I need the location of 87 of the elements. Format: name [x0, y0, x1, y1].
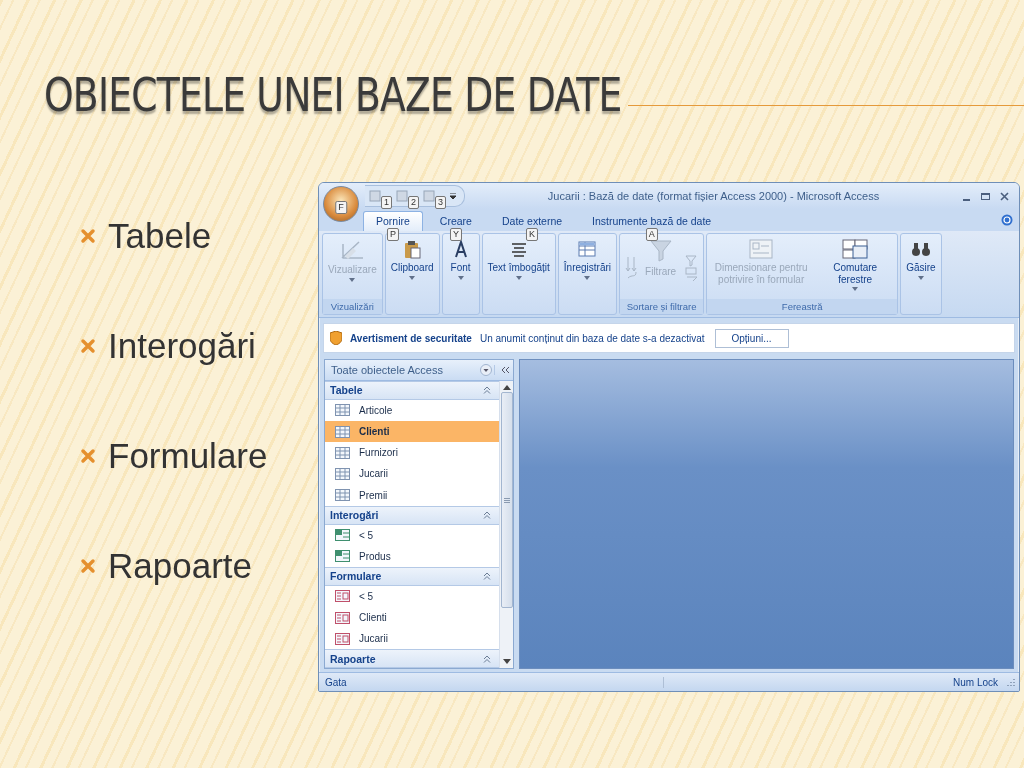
caret-icon [349, 277, 356, 282]
group-label: Sortare și filtrare [620, 299, 704, 314]
group-header[interactable]: Rapoarte [325, 649, 499, 668]
group-header[interactable]: Formulare [325, 566, 499, 586]
form-icon [335, 632, 350, 645]
slide-title: OBIECTELE UNEI BAZE DE DATE [44, 72, 622, 118]
dropdown-icon[interactable] [480, 364, 492, 376]
table-icon [335, 489, 350, 502]
scroll-up-icon[interactable] [502, 384, 511, 390]
caret-icon [515, 275, 522, 280]
options-button[interactable]: Opțiuni... [714, 328, 789, 348]
windows-icon [841, 238, 870, 260]
customize-caret-icon[interactable] [450, 193, 457, 199]
keytip: K [526, 228, 539, 241]
pane-title: Toate obiectele Access [330, 364, 444, 376]
caret-icon [852, 287, 859, 291]
bullet-text: Interogări [108, 326, 256, 366]
nav-item[interactable]: Premii [325, 484, 499, 506]
bullet-icon [80, 558, 96, 574]
query-icon [335, 529, 350, 542]
collapse-icon[interactable] [483, 654, 491, 663]
nav-item[interactable]: Furnizori [325, 442, 499, 464]
collapse-icon[interactable] [483, 386, 491, 395]
bullet-icon [80, 228, 96, 244]
nav-item[interactable]: Clienti [325, 606, 499, 629]
group-label: Vizualizări [323, 299, 382, 314]
ribbon-button[interactable]: Font [444, 236, 477, 314]
collapse-icon[interactable] [483, 511, 491, 520]
ruler-pencil-icon [339, 238, 366, 262]
filter-tools-icon [683, 252, 700, 283]
table-icon [335, 446, 350, 459]
caret-icon [409, 275, 416, 280]
caret-icon [584, 275, 591, 280]
ribbon-button[interactable]: Clipboard [387, 236, 437, 314]
keytip: 2 [408, 195, 420, 209]
form-icon [335, 611, 350, 624]
status-text: Gata [319, 676, 664, 688]
warning-message: Un anumit conținut din baza de date s-a dezactivat [479, 332, 705, 344]
maximize-icon[interactable] [981, 191, 990, 201]
table-icon [335, 467, 350, 480]
keytip: 3 [435, 195, 447, 209]
ribbon-button[interactable]: Text îmbogățit [484, 236, 553, 314]
collapse-icon[interactable] [483, 572, 491, 581]
group-label: Fereastră [707, 299, 898, 314]
bullet-text: Rapoarte [108, 546, 252, 586]
shield-icon [330, 331, 342, 345]
nav-item[interactable]: Articole [325, 399, 499, 421]
form-icon [335, 590, 350, 603]
window-title: Jucarii : Bază de date (format fișier Access 2000) - Microsoft Access [546, 190, 881, 202]
nav-item[interactable]: < 5 [325, 585, 499, 607]
scrollbar[interactable] [499, 381, 513, 668]
close-icon[interactable] [1000, 191, 1009, 201]
caret-icon [457, 275, 464, 280]
ribbon-tab[interactable]: Instrumente bază de date [579, 211, 725, 231]
bullet-text: Formulare [108, 436, 268, 476]
resize-grip-icon[interactable] [1006, 677, 1016, 687]
group-header[interactable]: Interogări [325, 505, 499, 525]
keytip: Y [449, 228, 462, 241]
bullet-icon [80, 338, 96, 354]
warning-title: Avertisment de securitate [350, 332, 472, 344]
nav-item[interactable]: Clienti [325, 420, 499, 443]
ribbon-button[interactable]: Înregistrări [560, 236, 615, 314]
keytip: A [645, 228, 658, 241]
nav-item[interactable]: < 5 [325, 524, 499, 546]
ribbon-tab[interactable]: Creare [426, 211, 485, 231]
nav-item[interactable]: Jucarii [325, 628, 499, 650]
caret-icon [917, 275, 924, 280]
keytip: 1 [381, 195, 392, 209]
ribbon-button[interactable]: Comutare ferestre [815, 236, 896, 299]
scroll-down-icon[interactable] [502, 659, 511, 665]
bullet-text: Tabele [108, 216, 212, 256]
ribbon-button[interactable]: Găsire [903, 236, 939, 314]
ribbon-tab[interactable]: Date externe [488, 211, 576, 231]
nav-item[interactable]: Jucarii [325, 463, 499, 485]
help-icon[interactable] [1001, 214, 1013, 226]
bullet-icon [80, 448, 96, 464]
form-resize-icon [747, 238, 776, 260]
status-text: Num Lock [953, 676, 999, 688]
table-icon [335, 404, 350, 417]
group-header[interactable]: Tabele [325, 381, 499, 400]
keytip: P [386, 228, 399, 241]
office-button[interactable]: F [323, 186, 359, 222]
ribbon-tab[interactable]: Pornire [363, 211, 423, 231]
nav-item[interactable]: Produs [325, 545, 499, 567]
query-icon [335, 550, 350, 563]
grip-icon [503, 497, 510, 503]
table-icon [335, 425, 350, 438]
